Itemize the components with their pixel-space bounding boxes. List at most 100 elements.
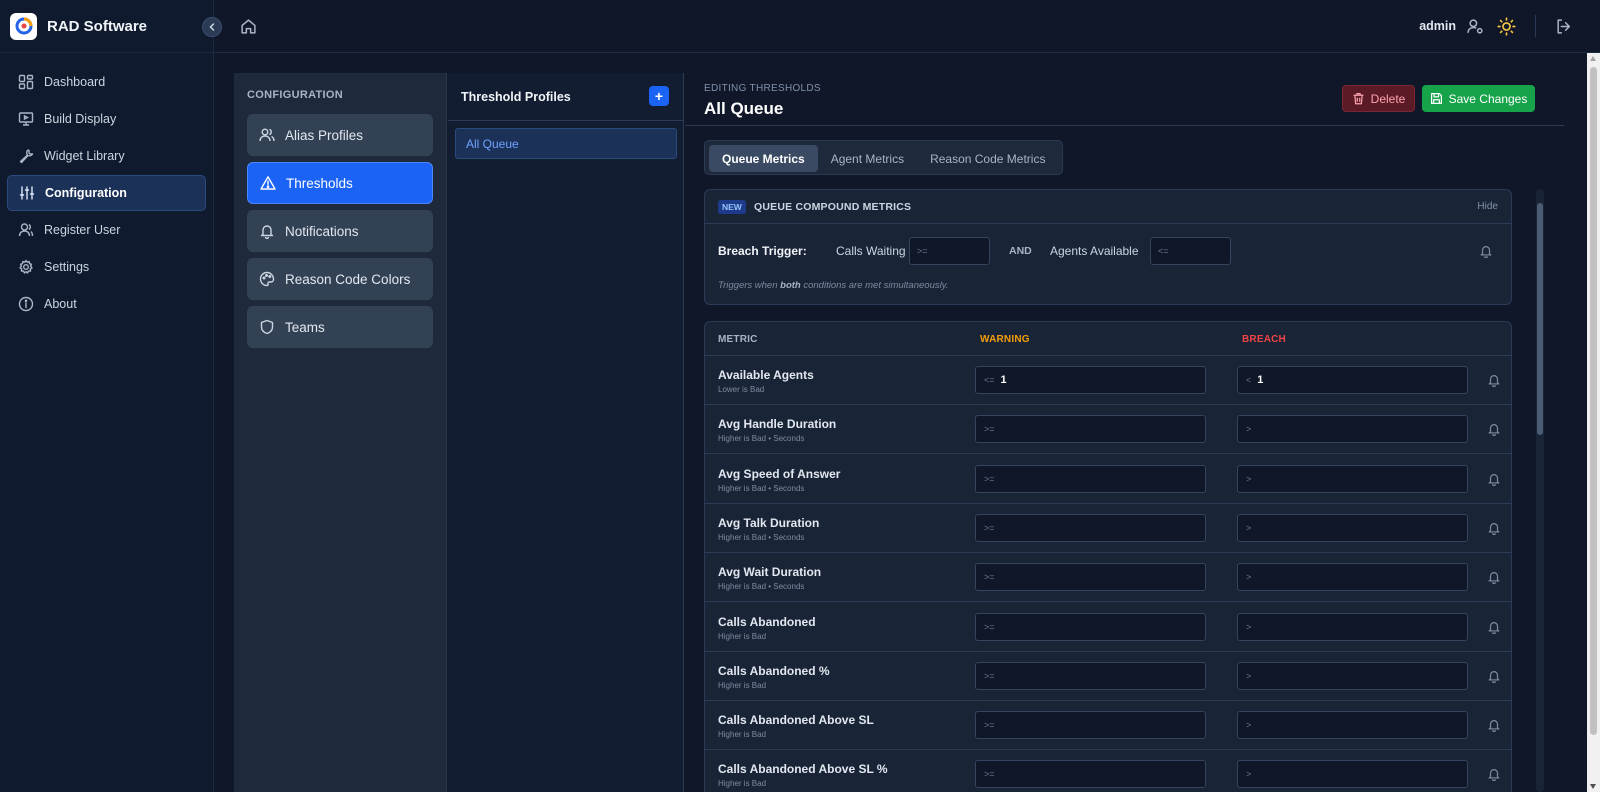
editing-title: All Queue [704,99,784,118]
breach-threshold-input[interactable]: > [1237,760,1468,789]
breach-operator: > [1246,769,1252,780]
home-button[interactable] [240,18,257,35]
current-username: admin [1419,19,1456,33]
compound-note-suffix: conditions are met simultaneously. [803,280,949,291]
metric-notify-button[interactable] [1487,472,1501,486]
warning-value: 1 [1000,374,1007,386]
metric-description: Lower is Bad [718,385,765,394]
tab-queue-metrics[interactable]: Queue Metrics [709,145,818,172]
breach-operator: > [1246,621,1252,632]
user-cog-icon [1467,19,1483,34]
sidebar-item-settings[interactable]: Settings [7,249,206,285]
add-profile-button[interactable]: + [649,86,669,106]
warning-operator: >= [984,720,995,731]
collapse-sidebar-button[interactable] [202,17,222,37]
compound-note-bold: both [780,280,801,291]
editor-scrollbar-thumb[interactable] [1537,203,1543,435]
save-changes-button[interactable]: Save Changes [1422,85,1535,112]
breach-threshold-input[interactable]: > [1237,661,1468,690]
warning-threshold-input[interactable]: >= [975,711,1206,740]
sidebar-item-label: Settings [44,260,90,274]
breach-threshold-input[interactable]: > [1237,612,1468,641]
sidebar-item-about[interactable]: About [7,286,206,322]
sidebar-item-register-user[interactable]: Register User [7,212,206,248]
metric-notify-button[interactable] [1487,521,1501,535]
breach-threshold-input[interactable]: > [1237,415,1468,444]
compound-notify-button[interactable] [1479,244,1493,258]
config-item-alias-profiles[interactable]: Alias Profiles [247,114,433,156]
users-icon [259,128,275,142]
breach-threshold-input[interactable]: > [1237,464,1468,493]
bell-icon [260,225,274,239]
editor-scrollbar[interactable] [1536,189,1544,792]
sliders-icon [19,186,35,200]
bell-icon [1488,769,1500,782]
theme-toggle-button[interactable] [1497,17,1516,36]
sidebar-item-label: About [44,297,77,311]
config-item-thresholds[interactable]: Thresholds [247,162,433,204]
warning-threshold-input[interactable]: >= [975,464,1206,493]
page-scrollbar-thumb[interactable] [1590,67,1597,735]
config-item-teams[interactable]: Teams [247,306,433,348]
breach-threshold-input[interactable]: > [1237,563,1468,592]
calls-waiting-placeholder: >= [917,246,928,256]
breach-threshold-input[interactable]: > [1237,711,1468,740]
metric-description: Higher is Bad • Seconds [718,532,805,542]
hide-compound-link[interactable]: Hide [1477,201,1498,212]
metric-name: Calls Abandoned % [718,663,830,678]
top-bar: admin [214,0,1600,53]
warning-threshold-input[interactable]: >= [975,513,1206,542]
bell-icon [1488,621,1500,634]
metric-name: Calls Abandoned Above SL [718,713,874,728]
agents-available-label: Agents Available [1050,244,1139,258]
tab-reason-code-metrics[interactable]: Reason Code Metrics [917,145,1058,172]
breach-threshold-input[interactable]: > [1237,513,1468,542]
warning-column-header: WARNING [980,334,1030,345]
sidebar-item-widget-library[interactable]: Widget Library [7,138,206,174]
warning-threshold-input[interactable]: >= [975,612,1206,641]
metric-notify-button[interactable] [1487,570,1501,585]
agents-available-input[interactable]: <= [1150,237,1231,265]
metric-name: Avg Wait Duration [718,565,822,580]
user-settings-button[interactable] [1467,18,1484,35]
profile-item-all-queue[interactable]: All Queue [455,128,677,159]
breach-threshold-input[interactable]: <1 [1237,366,1468,394]
metric-notify-button[interactable] [1487,718,1501,733]
warning-threshold-input[interactable]: <= 1 [975,366,1206,394]
scroll-up-arrow-icon[interactable] [1590,56,1596,61]
delete-button[interactable]: Delete [1342,85,1415,112]
metric-description: Higher is Bad [718,631,767,641]
sidebar-item-dashboard[interactable]: Dashboard [7,64,206,100]
threshold-profiles-title: Threshold Profiles [461,89,571,104]
metric-name: Calls Abandoned [718,614,816,629]
config-item-reason-code-colors[interactable]: Reason Code Colors [247,258,433,300]
config-item-notifications[interactable]: Notifications [247,210,433,252]
scroll-down-arrow-icon[interactable] [1590,784,1596,789]
sidebar-item-label: Widget Library [44,149,125,163]
metric-notify-button[interactable] [1487,373,1501,387]
logout-button[interactable] [1555,18,1572,35]
metric-notify-button[interactable] [1487,422,1501,437]
warning-triangle-icon [260,176,276,190]
calls-waiting-input[interactable]: >= [909,237,990,265]
table-row: Avg Speed of Answer Higher is Bad • Secon… [705,455,1511,504]
metric-notify-button[interactable] [1487,767,1501,782]
warning-threshold-input[interactable]: >= [975,760,1206,789]
tab-agent-metrics[interactable]: Agent Metrics [818,145,917,172]
threshold-profiles-panel: Threshold Profiles + All Queue [448,73,684,792]
metric-notify-button[interactable] [1487,620,1501,634]
warning-threshold-input[interactable]: >= [975,563,1206,592]
sidebar-item-build-display[interactable]: Build Display [7,101,206,137]
monitor-icon [18,112,34,126]
warning-threshold-input[interactable]: >= [975,661,1206,690]
warning-threshold-input[interactable]: >= [975,415,1206,444]
metric-notify-button[interactable] [1487,669,1501,683]
brand-logo [10,12,37,40]
wrench-icon [19,149,34,164]
logout-icon [1557,19,1571,34]
page-scrollbar[interactable] [1587,53,1600,792]
sidebar-item-label: Register User [44,223,121,237]
sidebar-item-configuration[interactable]: Configuration [7,175,206,211]
bell-icon [1488,670,1500,683]
user-icon [18,223,34,237]
